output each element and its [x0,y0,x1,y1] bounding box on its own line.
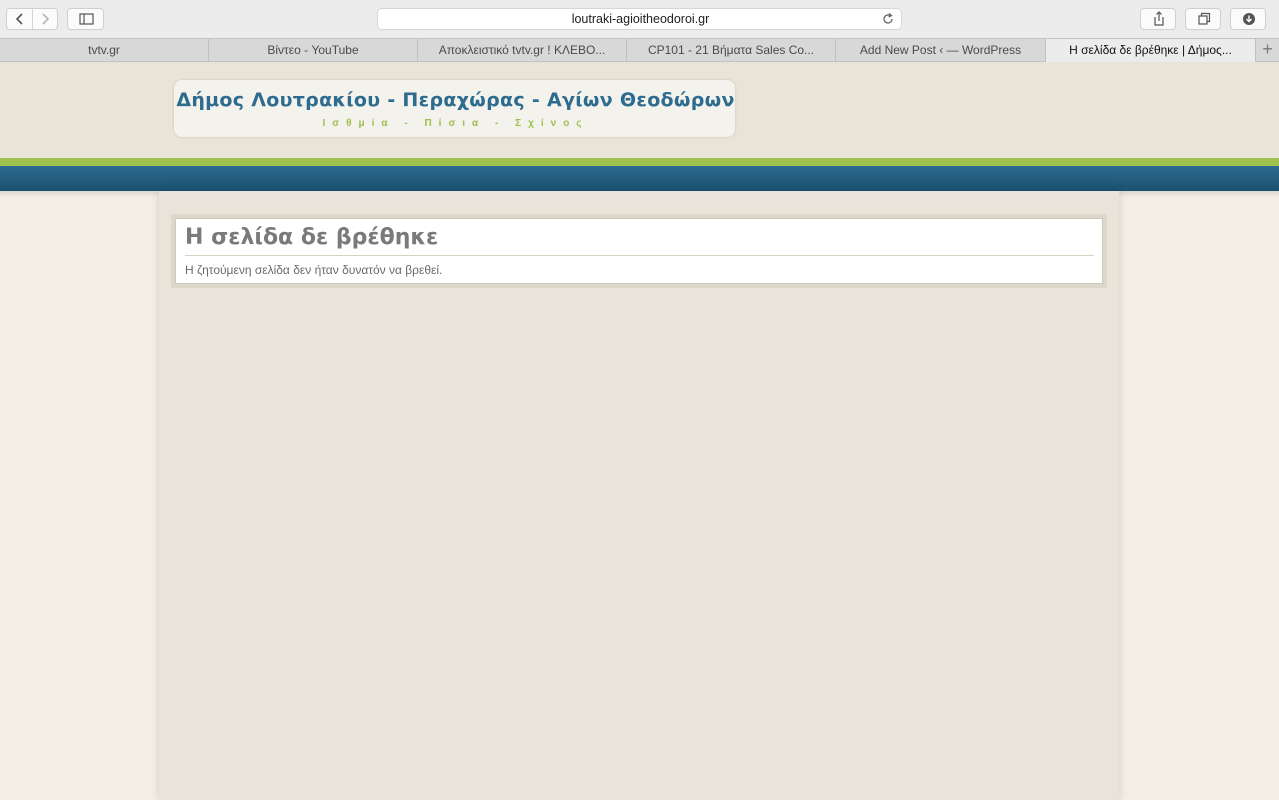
nav-buttons [6,8,58,30]
tabs-overview-button[interactable] [1185,8,1221,30]
tab-bar: tvtv.gr Βίντεο - YouTube Αποκλειστικό tv… [0,38,1279,62]
tab-tvtv[interactable]: tvtv.gr [0,39,209,62]
forward-button[interactable] [33,9,58,29]
browser-toolbar: loutraki-agioitheodoroi.gr [0,0,1279,38]
content-area: Η σελίδα δε βρέθηκε Η ζητούμενη σελίδα δ… [159,191,1119,800]
tab-exclusive[interactable]: Αποκλειστικό tvtv.gr ! ΚΛΕΒΟ... [418,39,627,62]
tab-youtube[interactable]: Βίντεο - YouTube [209,39,418,62]
download-icon [1243,13,1255,25]
new-tab-button[interactable]: + [1256,39,1279,62]
site-title: Δήμος Λουτρακίου - Περαχώρας - Αγίων Θεο… [176,89,735,111]
address-bar[interactable]: loutraki-agioitheodoroi.gr [377,8,902,30]
post-box: Η σελίδα δε βρέθηκε Η ζητούμενη σελίδα δ… [175,218,1103,284]
tabs-overview-icon [1198,12,1211,25]
sidebar-button[interactable] [67,8,104,30]
web-page: Δήμος Λουτρακίου - Περαχώρας - Αγίων Θεο… [0,62,1279,800]
navigation-bar [0,166,1279,191]
tab-cp101[interactable]: CP101 - 21 Βήματα Sales Co... [627,39,836,62]
downloads-button[interactable] [1230,8,1266,30]
accent-stripe [0,158,1279,166]
page-title: Η σελίδα δε βρέθηκε [185,225,439,250]
sidebar-icon [79,13,94,25]
share-icon [1154,11,1164,26]
address-text: loutraki-agioitheodoroi.gr [571,12,710,26]
back-button[interactable] [7,9,32,29]
site-header: Δήμος Λουτρακίου - Περαχώρας - Αγίων Θεο… [0,62,1279,158]
title-divider [185,255,1094,256]
post-frame: Η σελίδα δε βρέθηκε Η ζητούμενη σελίδα δ… [171,214,1107,288]
post-message: Η ζητούμενη σελίδα δεν ήταν δυνατόν να β… [185,263,443,277]
chevron-right-icon [42,13,50,25]
reload-icon[interactable] [881,12,895,26]
tab-wordpress[interactable]: Add New Post ‹ — WordPress [836,39,1046,62]
share-button[interactable] [1140,8,1176,30]
site-subtitle: Ισθμία - Πίσια - Σχίνος [322,118,589,129]
tab-page-not-found[interactable]: Η σελίδα δε βρέθηκε | Δήμος... [1046,39,1256,62]
site-logo[interactable]: Δήμος Λουτρακίου - Περαχώρας - Αγίων Θεο… [173,79,736,138]
chevron-left-icon [15,13,23,25]
